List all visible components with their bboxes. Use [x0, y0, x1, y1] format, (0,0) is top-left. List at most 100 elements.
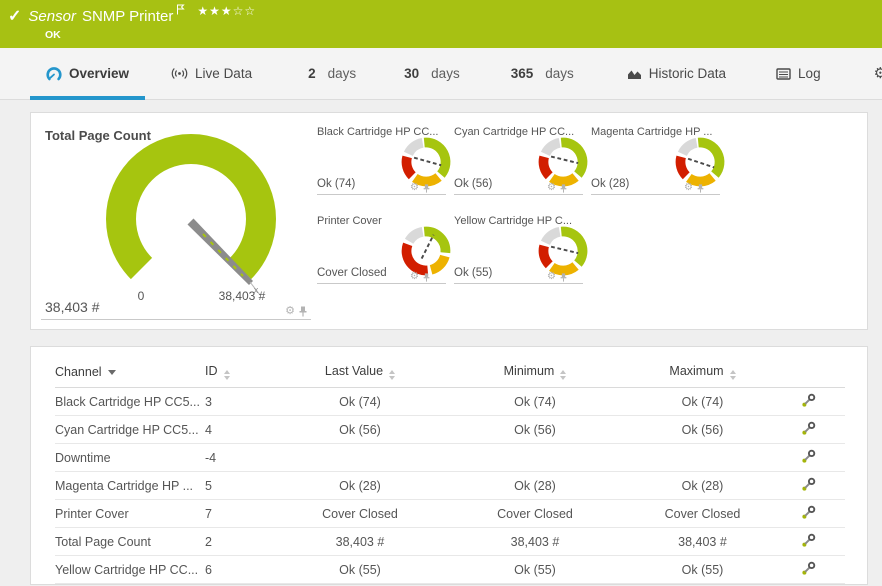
mini-gauge-grid: Black Cartridge HP CC... Ok (74) ⚙ [311, 123, 857, 329]
tab-365-days-number: 365 [511, 66, 534, 81]
sort-icon [389, 370, 395, 380]
tab-365-days[interactable]: 365 days [511, 48, 574, 99]
cell-id: -4 [205, 444, 280, 472]
column-header-id[interactable]: ID [205, 357, 280, 388]
main-content: Total Page Count x 0 38,403 # 38,403 # ⚙ [0, 100, 882, 585]
donut-gauge [400, 136, 452, 188]
cell-channel: Magenta Cartridge HP ... [55, 472, 205, 500]
gauge-min-label: 0 [138, 289, 145, 303]
sort-icon [560, 370, 566, 380]
gauge-settings-gear-icon[interactable]: ⚙ [410, 183, 419, 193]
tab-2-days-number: 2 [308, 66, 316, 81]
table-row[interactable]: Downtime -4 [55, 444, 845, 472]
channel-settings-wrench-icon[interactable] [801, 533, 816, 548]
column-header-actions [775, 357, 845, 388]
column-label: Maximum [669, 364, 723, 378]
tile-value: Ok (55) [454, 267, 492, 279]
total-page-count-gauge[interactable]: Total Page Count x 0 38,403 # 38,403 # ⚙ [41, 123, 311, 320]
column-header-last-value[interactable]: Last Value [280, 357, 440, 388]
tile-value: Ok (28) [591, 178, 629, 190]
tab-30-days-label: days [431, 66, 460, 81]
cell-id: 2 [205, 528, 280, 556]
stars-empty-icon: ☆☆ [233, 4, 257, 18]
channel-settings-wrench-icon[interactable] [801, 477, 816, 492]
gauge-tile-yellow-cartridge[interactable]: Yellow Cartridge HP C... Ok (55) ⚙ [454, 215, 583, 284]
cell-maximum [630, 444, 775, 472]
tab-bar: Overview Live Data 2days 30days 365days … [0, 48, 882, 100]
gauge-tile-black-cartridge[interactable]: Black Cartridge HP CC... Ok (74) ⚙ [317, 126, 446, 195]
table-row[interactable]: Magenta Cartridge HP ... 5 Ok (28) Ok (2… [55, 472, 845, 500]
pin-icon[interactable] [423, 273, 430, 282]
gauge-tile-printer-cover[interactable]: Printer Cover Cover Closed ⚙ [317, 215, 446, 284]
sensor-title: SNMP Printer [82, 8, 173, 25]
gauge-settings-gear-icon[interactable]: ⚙ [547, 183, 556, 193]
cell-last-value: Ok (56) [280, 416, 440, 444]
priority-stars[interactable]: ★★★☆☆ [197, 4, 256, 18]
tab-historic-data[interactable]: Historic Data [627, 48, 726, 99]
pin-icon[interactable] [560, 184, 567, 193]
table-row[interactable]: Total Page Count 2 38,403 # 38,403 # 38,… [55, 528, 845, 556]
tab-30-days-number: 30 [404, 66, 419, 81]
tab-live-data[interactable]: Live Data [171, 48, 252, 99]
cell-channel: Printer Cover [55, 500, 205, 528]
donut-gauge [674, 136, 726, 188]
gauge-tile-magenta-cartridge[interactable]: Magenta Cartridge HP ... Ok (28) ⚙ [591, 126, 720, 195]
cell-last-value [280, 444, 440, 472]
tab-settings[interactable]: ⚙ Settings [874, 48, 882, 99]
cell-actions [775, 472, 845, 500]
gauge-settings-gear-icon[interactable]: ⚙ [684, 183, 693, 193]
gauge-settings-gear-icon[interactable]: ⚙ [547, 272, 556, 282]
tab-30-days[interactable]: 30 days [404, 48, 460, 99]
status-badge: OK [45, 29, 61, 41]
flag-icon[interactable] [176, 2, 185, 20]
channel-settings-wrench-icon[interactable] [801, 561, 816, 576]
tab-2-days[interactable]: 2 days [308, 48, 356, 99]
tab-365-days-label: days [545, 66, 574, 81]
broadcast-icon [171, 67, 188, 80]
cell-channel: Downtime [55, 444, 205, 472]
cell-id: 3 [205, 388, 280, 416]
cell-last-value: 38,403 # [280, 528, 440, 556]
cell-id: 5 [205, 472, 280, 500]
stars-filled-icon: ★★★ [197, 4, 232, 18]
cell-minimum [440, 444, 630, 472]
channel-settings-wrench-icon[interactable] [801, 421, 816, 436]
table-row[interactable]: Cyan Cartridge HP CC5... 4 Ok (56) Ok (5… [55, 416, 845, 444]
cell-id: 4 [205, 416, 280, 444]
cell-last-value: Ok (74) [280, 388, 440, 416]
tab-overview[interactable]: Overview [30, 48, 145, 99]
column-header-maximum[interactable]: Maximum [630, 357, 775, 388]
channel-settings-wrench-icon[interactable] [801, 393, 816, 408]
channel-settings-wrench-icon[interactable] [801, 505, 816, 520]
gauge-settings-gear-icon[interactable]: ⚙ [410, 272, 419, 282]
table-row[interactable]: Printer Cover 7 Cover Closed Cover Close… [55, 500, 845, 528]
cell-channel: Black Cartridge HP CC5... [55, 388, 205, 416]
gauge-settings-gear-icon[interactable]: ⚙ [285, 306, 295, 317]
cell-channel: Cyan Cartridge HP CC5... [55, 416, 205, 444]
channel-table-panel: Channel ID Last Value Minimum Maximum Bl… [30, 346, 868, 585]
cell-actions [775, 388, 845, 416]
cell-minimum: Ok (55) [440, 556, 630, 584]
column-header-channel[interactable]: Channel [55, 357, 205, 388]
cell-maximum: 38,403 # [630, 528, 775, 556]
pin-icon[interactable] [299, 306, 307, 317]
table-row[interactable]: Black Cartridge HP CC5... 3 Ok (74) Ok (… [55, 388, 845, 416]
table-header-row: Channel ID Last Value Minimum Maximum [55, 357, 845, 388]
tab-log[interactable]: Log [776, 48, 821, 99]
cell-last-value: Ok (28) [280, 472, 440, 500]
tab-2-days-label: days [328, 66, 357, 81]
channel-table: Channel ID Last Value Minimum Maximum Bl… [55, 357, 845, 584]
table-row[interactable]: Yellow Cartridge HP CC... 6 Ok (55) Ok (… [55, 556, 845, 584]
column-header-minimum[interactable]: Minimum [440, 357, 630, 388]
pin-icon[interactable] [697, 184, 704, 193]
cell-channel: Total Page Count [55, 528, 205, 556]
pin-icon[interactable] [560, 273, 567, 282]
cell-minimum: Ok (56) [440, 416, 630, 444]
channel-settings-wrench-icon[interactable] [801, 449, 816, 464]
gear-icon: ⚙ [874, 66, 882, 81]
gauge-tile-cyan-cartridge[interactable]: Cyan Cartridge HP CC... Ok (56) ⚙ [454, 126, 583, 195]
tile-value: Ok (56) [454, 178, 492, 190]
pin-icon[interactable] [423, 184, 430, 193]
radial-gauge: x 0 38,403 # [79, 127, 309, 313]
gauge-icon [46, 67, 62, 81]
